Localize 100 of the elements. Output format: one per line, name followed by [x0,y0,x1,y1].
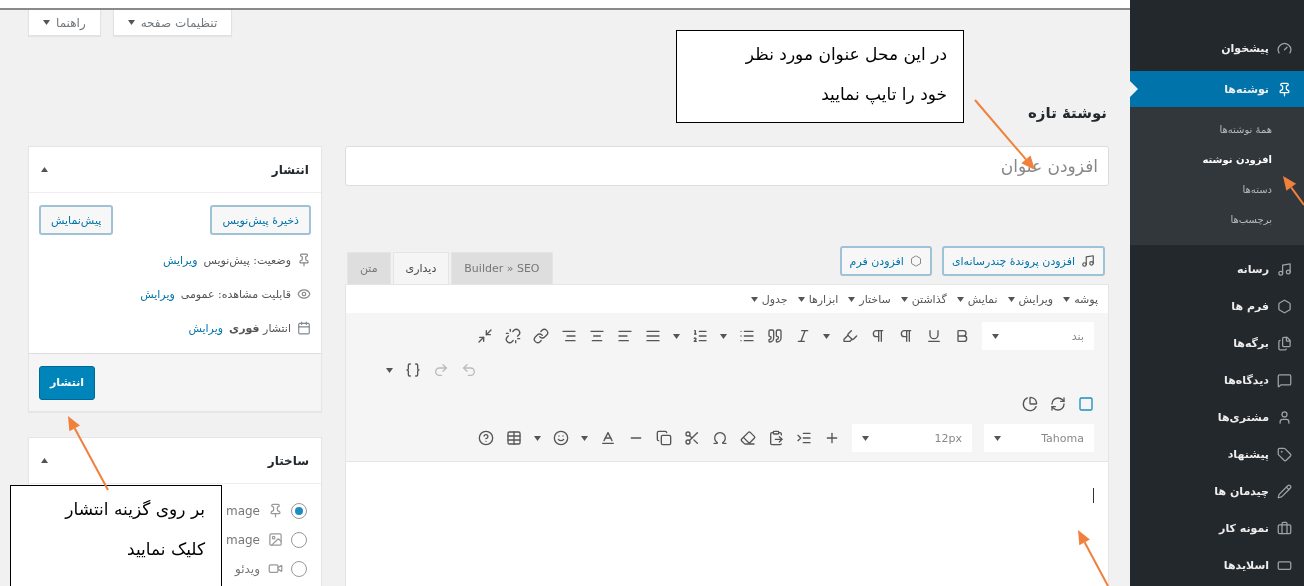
caret-icon [41,458,48,463]
meta-text: قابلیت مشاهده: عمومی [180,287,291,301]
option-label: ویدئو [235,561,260,576]
pilcrow-icon[interactable] [898,328,914,344]
caret-icon [581,435,588,441]
copy-icon[interactable] [656,430,672,446]
cut-icon[interactable] [684,430,700,446]
publish-button[interactable]: انتشار [39,365,96,400]
pin-icon [268,503,283,518]
pencil-icon [1277,484,1292,499]
title-field[interactable]: افزودن عنوان [345,146,1109,186]
media-icon [1081,254,1095,268]
shortcode-icon[interactable] [405,362,421,378]
align-right-icon[interactable] [561,328,577,344]
italic-icon[interactable] [795,328,811,344]
refresh-icon[interactable] [1050,396,1066,412]
eraser-icon[interactable] [740,430,756,446]
text-color-icon[interactable] [600,430,616,446]
pilcrow-icon[interactable] [870,328,886,344]
callout-text: خود را تایپ نمایید [820,83,947,107]
highlight-icon[interactable] [842,328,858,344]
menu-item[interactable]: ویرایش [1007,292,1054,306]
sidebar-item[interactable]: رسانه [1130,251,1304,288]
pie-chart-icon[interactable] [1022,396,1038,412]
caret-icon [823,333,830,339]
submenu-item[interactable]: دسته‌ها [1130,175,1304,205]
menu-item[interactable]: نمایش [956,292,998,306]
omega-icon[interactable] [712,430,728,446]
underline-icon[interactable] [926,328,942,344]
format-select[interactable]: بند [982,322,1094,350]
indent-icon[interactable] [796,430,812,446]
dropdown-button[interactable]: راهنما [28,10,101,36]
callout-text: در این محل عنوان مورد نظر [744,43,947,66]
edit-link[interactable]: ویرایش [140,287,175,301]
panel-title: ساختار [267,453,309,468]
option-label: mage [225,503,260,518]
comment-icon [1277,373,1292,388]
submenu-item[interactable]: افزودن نوشته [1130,145,1304,175]
caret-icon [673,333,680,339]
numbered-list-icon[interactable] [692,328,708,344]
menu-item[interactable]: جدول [750,292,788,306]
submenu-item[interactable]: برچسب‌ها [1130,205,1304,235]
caret-icon [797,296,805,302]
bold-icon[interactable] [954,328,970,344]
emoji-icon[interactable] [553,430,569,446]
font-family-select[interactable]: Tahoma [984,424,1094,452]
sidebar-item[interactable]: برگه‌ها [1130,325,1304,362]
sidebar-item[interactable]: مشتری‌ها [1130,399,1304,436]
edit-link[interactable]: ویرایش [188,321,224,335]
caret-icon [41,167,48,172]
sidebar-item[interactable]: دیدگاه‌ها [1130,362,1304,399]
menu-item[interactable]: گذاشتن [900,292,947,306]
table-icon[interactable] [506,430,522,446]
caret-icon [848,296,856,302]
editor-tab[interactable]: دیداری [392,252,450,284]
save-draft-button[interactable]: ذخیرهٔ پیش‌نویس [210,205,311,235]
submenu-item[interactable]: همهٔ نوشته‌ها [1130,115,1304,145]
hexagon-icon [909,255,922,267]
align-center-icon[interactable] [589,328,605,344]
caret-icon [43,20,50,25]
sidebar-item[interactable]: پیشخوان [1130,30,1304,67]
caret-icon [386,367,393,373]
media-button[interactable]: افزودن فرم [839,246,932,276]
help-icon[interactable] [478,430,494,446]
link-icon[interactable] [533,328,549,344]
calendar-icon [297,321,311,335]
unlink-icon[interactable] [505,328,521,344]
fullscreen-icon[interactable] [477,328,493,344]
slides-icon [1277,558,1292,573]
callout-text: بر روی گزینه انتشار [63,498,205,521]
sidebar-item[interactable]: فرم ها [1130,288,1304,325]
paste-icon[interactable] [768,430,784,446]
hexagon-icon [1277,299,1292,314]
media-button[interactable]: افزودن پروندهٔ چندرسانه‌ای [941,246,1105,276]
page-title: نوشتهٔ تازه [1028,104,1107,124]
align-left-icon[interactable] [617,328,633,344]
sidebar-item[interactable]: نمونه کار [1130,510,1304,547]
menu-item[interactable]: ساختار [848,292,891,306]
font-size-select[interactable]: 12px [852,424,972,452]
dashboard-icon [1277,41,1292,56]
caret-icon [900,296,908,302]
list-icon[interactable] [739,328,755,344]
add-icon[interactable] [824,430,840,446]
quote-icon[interactable] [767,328,783,344]
app-icon[interactable] [1078,396,1094,412]
meta-text: وضعیت: پیش‌نویس [203,253,291,267]
sidebar-item[interactable]: پیشنهاد [1130,436,1304,473]
sidebar-item[interactable]: نوشته‌ها [1130,71,1304,107]
eye-icon [297,287,311,301]
menu-item[interactable]: پوشه [1063,292,1098,306]
edit-link[interactable]: ویرایش [162,253,198,267]
text-cursor [1093,488,1094,503]
sidebar-item[interactable]: چیدمان ها [1130,473,1304,510]
menu-item[interactable]: ابزارها [797,292,839,306]
pin-icon [297,253,311,267]
preview-button[interactable]: پیش‌نمایش [39,205,114,235]
arrow [1078,530,1109,586]
dropdown-button[interactable]: تنظیمات صفحه [112,10,233,36]
align-justify-icon[interactable] [645,328,661,344]
sidebar-item[interactable]: اسلایدها [1130,547,1304,584]
